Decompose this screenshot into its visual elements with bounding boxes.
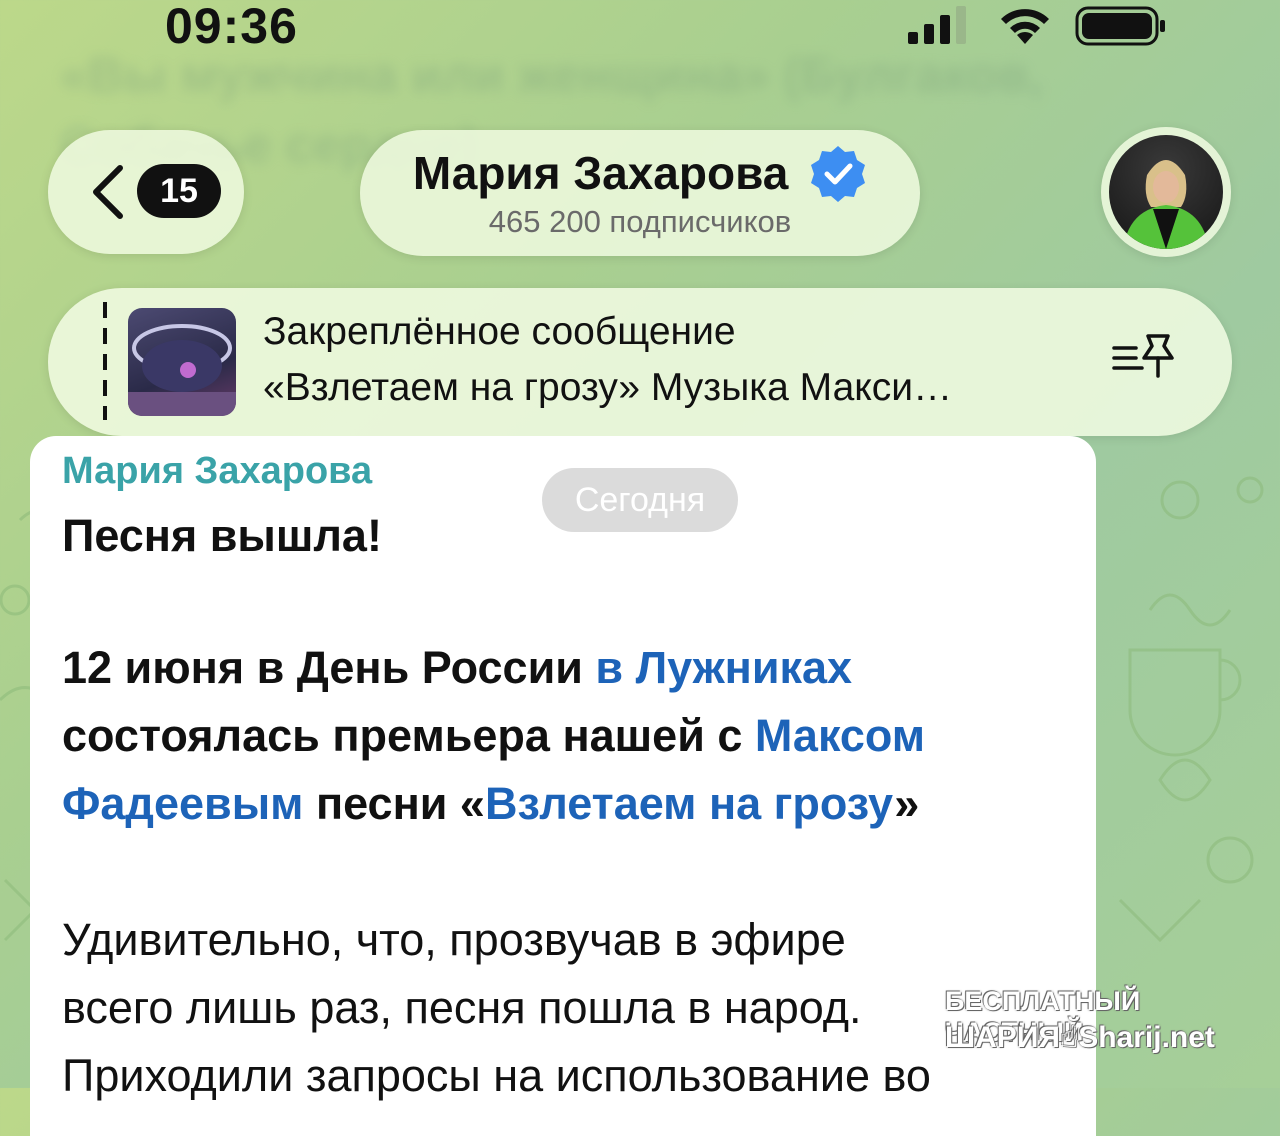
message-line: Приходили запросы на использование во xyxy=(62,1050,931,1101)
status-bar: 09:36 xyxy=(0,0,1280,60)
pinned-thumbnail xyxy=(128,308,236,416)
stadium-image xyxy=(128,324,236,416)
message-text: 12 июня в День России xyxy=(62,642,596,693)
channel-avatar-button[interactable] xyxy=(1101,127,1231,257)
message-line: всего лишь раз, песня пошла в народ. xyxy=(62,982,862,1033)
status-time: 09:36 xyxy=(165,0,298,54)
message-line: 12 июня в День России в Лужниках xyxy=(62,642,852,694)
pinned-title: Закреплённое сообщение xyxy=(263,310,736,353)
date-chip: Сегодня xyxy=(542,468,738,532)
message-bubble[interactable]: Мария Захарова Песня вышла! 12 июня в Де… xyxy=(30,436,1096,1136)
pinned-indicator xyxy=(103,302,107,420)
message-text: состоялась премьера нашей с xyxy=(62,710,755,761)
chevron-left-icon xyxy=(93,165,123,219)
song-link[interactable]: Взлетаем на грозу xyxy=(485,778,894,829)
verified-icon xyxy=(811,145,866,202)
avatar-portrait-icon xyxy=(1123,160,1209,249)
pinned-list-icon[interactable] xyxy=(1112,332,1176,380)
channel-title-button[interactable]: Мария Захарова 465 200 подписчиков xyxy=(360,130,920,256)
message-line: состоялась премьера нашей с Максом xyxy=(62,710,925,762)
cellular-signal-icon xyxy=(908,6,966,44)
luzhniki-link[interactable]: в Лужниках xyxy=(595,642,852,693)
subscriber-count: 465 200 подписчиков xyxy=(488,204,792,239)
channel-name: Мария Захарова xyxy=(412,147,789,199)
message-headline: Песня вышла! xyxy=(62,510,382,561)
watermark-line: ШАРИЯ☝Sharij.net xyxy=(945,1021,1215,1054)
message-author[interactable]: Мария Захарова xyxy=(62,450,372,493)
battery-icon xyxy=(1075,6,1165,46)
channel-name-row: Мария Захарова xyxy=(360,145,920,202)
message-line: Фадеевым песни «Взлетаем на грозу» xyxy=(62,778,919,830)
watermark: БЕСПЛАТНЫЙ ЧАСТНЫЙ ШАРИЯ☝Sharij.net xyxy=(945,986,1265,1056)
avatar xyxy=(1109,135,1223,249)
fadeev-link[interactable]: Фадеевым xyxy=(62,778,303,829)
wifi-icon xyxy=(1001,9,1049,44)
pinned-message-bar[interactable]: Закреплённое сообщение «Взлетаем на гроз… xyxy=(48,288,1232,436)
back-button[interactable]: 15 xyxy=(48,130,244,254)
unread-count-badge: 15 xyxy=(137,164,221,218)
message-text: » xyxy=(894,778,920,829)
message-text: песни « xyxy=(303,778,485,829)
fadeev-link[interactable]: Максом xyxy=(755,710,925,761)
pinned-text: «Взлетаем на грозу» Музыка Макси… xyxy=(263,366,953,409)
message-line: Удивительно, что, прозвучав в эфире xyxy=(62,914,846,965)
